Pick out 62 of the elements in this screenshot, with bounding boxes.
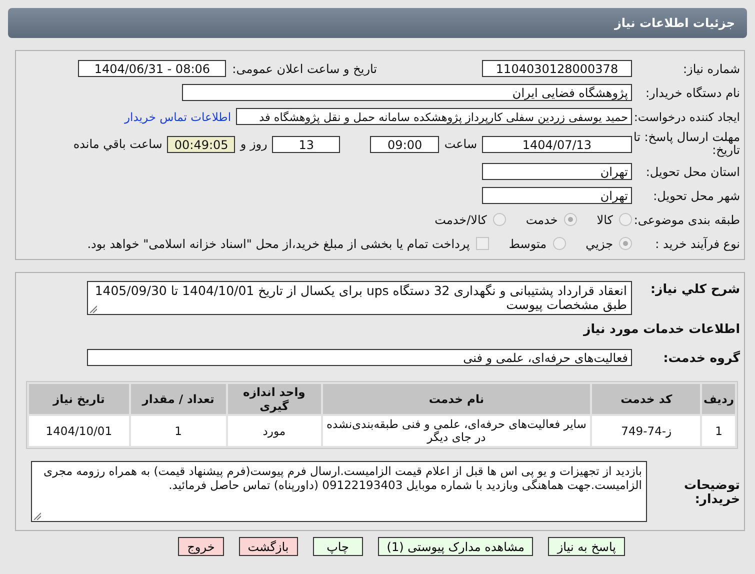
field-label: مهلت ارسال پاسخ: تا تاریخ:: [632, 131, 741, 157]
resize-grip-icon[interactable]: [89, 305, 97, 313]
field-label: شهر محل تحویل:: [652, 188, 741, 202]
radio-button[interactable]: [552, 237, 566, 250]
buyer-contact-link[interactable]: اطلاعات تماس خریدار: [124, 110, 232, 124]
page-title: جزئیات اطلاعات نیاز: [614, 16, 735, 30]
resize-grip-icon[interactable]: [33, 512, 41, 520]
field-label: ایجاد کننده درخواست:: [633, 110, 741, 124]
table-cell: مورد: [228, 416, 321, 446]
field-label: توضیحات خریدار:: [683, 478, 741, 506]
table-cell: 1: [130, 416, 226, 446]
action-button[interactable]: پاسخ به نیاز: [548, 537, 625, 556]
requester-field[interactable]: حمید یوسفی زردین سفلی کارپرداز پژوهشکده سامانه حمل و نقل پژوهشگاه فد: [236, 108, 632, 125]
radio-label: کالا: [596, 212, 613, 226]
column-header: تاریخ نیاز: [29, 384, 129, 414]
field-label: گروه خدمت:: [662, 350, 741, 365]
column-header: نام خدمت: [322, 384, 590, 414]
column-header: واحد اندازه گیری: [228, 384, 321, 414]
field-label: ساعت باقي مانده: [73, 137, 162, 151]
table-cell: 1: [702, 416, 735, 446]
action-button[interactable]: مشاهده مدارک پیوستی (1): [378, 537, 534, 556]
radio-label: جزیي: [586, 236, 613, 250]
table-cell: ز-74-749: [592, 416, 700, 446]
deadline-time-field[interactable]: 09:00: [370, 136, 440, 152]
days-field[interactable]: 13: [272, 136, 340, 152]
description-box[interactable]: انعقاد قرارداد پشتیبانی و نگهداری 32 دستگاه ups برای یکسال از تاریخ 1404/10/01 تا 1405/09/30 طبق مشخصات پیوست: [87, 281, 632, 315]
city-field[interactable]: تهران: [482, 187, 632, 204]
field-label: روز و: [240, 137, 268, 151]
action-button[interactable]: بازگشت: [238, 537, 298, 556]
buyer-name-field[interactable]: پژوهشگاه فضایی ایران: [182, 84, 632, 101]
radio-button[interactable]: [619, 213, 632, 226]
field-label: استان محل تحویل:: [644, 164, 741, 178]
radio-button[interactable]: [564, 213, 577, 226]
field-label: تاریخ و ساعت اعلان عمومی:: [232, 62, 377, 76]
deadline-date-field[interactable]: 1404/07/13: [482, 136, 632, 152]
column-header: ردیف: [702, 384, 735, 414]
checkbox[interactable]: [476, 237, 489, 250]
radio-button[interactable]: [619, 237, 632, 250]
announce-date-field[interactable]: 1404/06/31 - 08:06: [78, 60, 226, 77]
table-cell: 1404/10/01: [29, 416, 129, 446]
table-cell: سایر فعالیت‌های حرفه‌ای، علمی و فنی طبقه‌بندی‌نشده در جای دیگر: [322, 416, 590, 446]
action-button[interactable]: خروج: [178, 537, 224, 556]
field-label: شماره نیاز:: [682, 62, 741, 76]
field-label: طبقه بندی موضوعی:: [632, 212, 741, 226]
action-button[interactable]: چاپ: [312, 537, 363, 556]
radio-label: خدمت: [526, 212, 558, 226]
radio-label: کالا/خدمت: [434, 212, 487, 226]
service-group-field[interactable]: فعالیت‌های حرفه‌ای، علمی و فنی: [87, 349, 632, 366]
buyer-notes-box[interactable]: بازدید از تجهیزات و یو پی اس ها قبل از اعلام قیمت الزامیست.ارسال فرم پیوست(فرم پیشنهاد قیمت) به همراه رزومه مجری الزامیست.جهت هماهنگی وبازدید با شماره موبایل 09122193403 (داورپناه) تماس حاصل فرمائید.: [31, 461, 647, 522]
checkbox-label: پرداخت تمام یا بخشی از مبلغ خرید،از محل "اسناد خزانه اسلامی" خواهد بود.: [87, 236, 470, 250]
column-header: تعداد / مقدار: [130, 384, 226, 414]
radio-button[interactable]: [492, 213, 506, 226]
section-title: اطلاعات خدمات مورد نیاز: [582, 321, 741, 336]
radio-label: متوسط: [508, 236, 547, 250]
column-header: کد خدمت: [592, 384, 700, 414]
field-label: شرح کلي نياز:: [650, 281, 741, 296]
province-field[interactable]: تهران: [482, 163, 632, 180]
field-label: ساعت: [444, 137, 477, 151]
remaining-time-field[interactable]: 00:49:05: [167, 136, 236, 152]
need-number-field[interactable]: 1104030128000378: [482, 60, 632, 77]
field-label: نام دستگاه خریدار:: [644, 86, 741, 100]
field-label: نوع فرآیند خرید :: [654, 236, 741, 250]
